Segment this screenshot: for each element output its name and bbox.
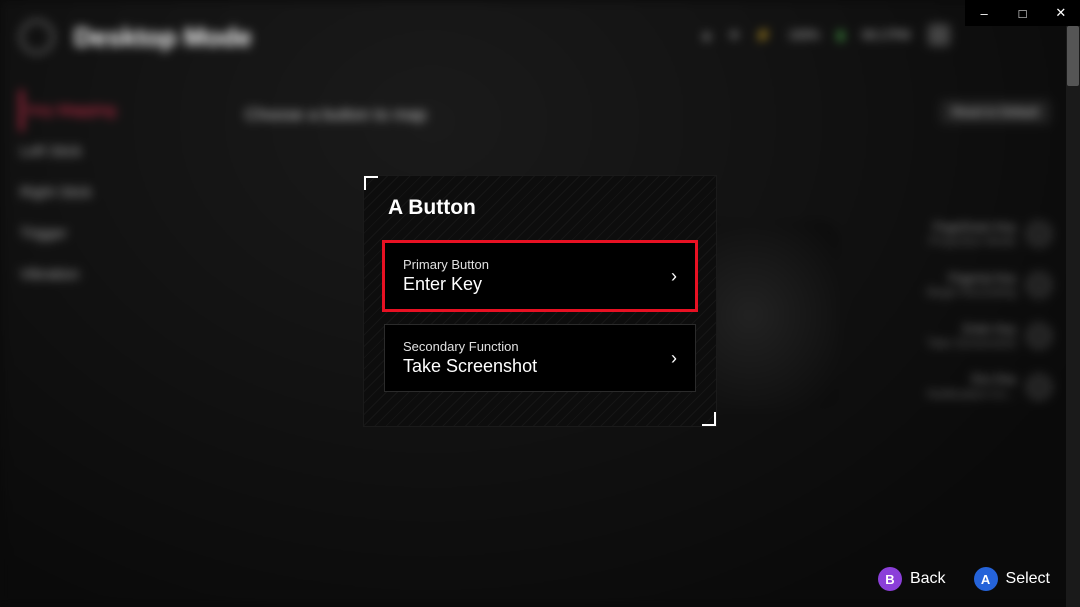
mapping-sub: Begin Recording xyxy=(927,285,1016,299)
list-item[interactable]: Enter Key Take Screenshot xyxy=(927,322,1052,351)
mapping-icon xyxy=(1026,272,1052,298)
avatar xyxy=(928,24,950,46)
option-value: Enter Key xyxy=(403,274,671,295)
minimize-button[interactable]: – xyxy=(965,0,1003,26)
app-header: Desktop Mode xyxy=(20,20,252,54)
chevron-right-icon: › xyxy=(671,348,677,369)
battery-percent: 100% xyxy=(789,28,820,42)
secondary-function-option[interactable]: Secondary Function Take Screenshot › xyxy=(384,324,696,392)
b-button-icon: B xyxy=(878,567,902,591)
section-subtitle: Choose a button to map xyxy=(245,105,426,125)
select-hint: A Select xyxy=(974,567,1050,591)
primary-button-option[interactable]: Primary Button Enter Key › xyxy=(382,240,698,312)
mapping-sub: Projection Mode xyxy=(929,234,1016,248)
option-label: Secondary Function xyxy=(403,339,671,354)
wifi-icon: ♥ xyxy=(731,28,738,42)
mapping-key: PageUp Key xyxy=(927,271,1016,285)
indicator-icon: ▲ xyxy=(701,28,713,42)
back-label: Back xyxy=(910,570,946,588)
clock: 06:17PM xyxy=(862,28,910,42)
mapping-icon xyxy=(1026,374,1052,400)
sidebar-item-trigger[interactable]: Trigger xyxy=(20,213,170,254)
mapping-key: PageDown Key xyxy=(929,220,1016,234)
sidebar-item-vibration[interactable]: Vibration xyxy=(20,254,170,295)
mapping-icon xyxy=(1026,323,1052,349)
page-title: Desktop Mode xyxy=(74,22,252,53)
scrollbar-thumb[interactable] xyxy=(1067,26,1079,86)
window-controls: – □ ✕ xyxy=(965,0,1080,26)
mapping-key: Esc Key xyxy=(927,372,1016,386)
sidebar-item-left-stick[interactable]: Left Stick xyxy=(20,131,170,172)
battery-icon: ▮ xyxy=(837,28,844,42)
list-item[interactable]: PageUp Key Begin Recording xyxy=(927,271,1052,300)
back-hint: B Back xyxy=(878,567,946,591)
mapping-icon xyxy=(1026,221,1052,247)
status-bar: ▲ ♥ ⚡ 100% ▮ 06:17PM xyxy=(701,24,950,46)
close-button[interactable]: ✕ xyxy=(1042,0,1080,26)
option-value: Take Screenshot xyxy=(403,356,671,377)
sidebar: Key Mapping Left Stick Right Stick Trigg… xyxy=(20,90,170,295)
right-mapping-list: PageDown Key Projection Mode PageUp Key … xyxy=(927,220,1052,401)
footer-hints: B Back A Select xyxy=(878,567,1050,591)
sidebar-item-right-stick[interactable]: Right Stick xyxy=(20,172,170,213)
mapping-sub: Notification-Ce... xyxy=(927,387,1016,401)
mapping-sub: Take Screenshot xyxy=(927,336,1016,350)
app-logo-icon xyxy=(20,20,54,54)
select-label: Select xyxy=(1006,570,1050,588)
button-mapping-modal: A Button Primary Button Enter Key › Seco… xyxy=(363,175,717,427)
modal-title: A Button xyxy=(364,176,716,234)
list-item[interactable]: Esc Key Notification-Ce... xyxy=(927,372,1052,401)
bluetooth-icon: ⚡ xyxy=(756,28,771,42)
option-label: Primary Button xyxy=(403,257,671,272)
mapping-key: Enter Key xyxy=(927,322,1016,336)
a-button-icon: A xyxy=(974,567,998,591)
list-item[interactable]: PageDown Key Projection Mode xyxy=(927,220,1052,249)
sidebar-item-key-mapping[interactable]: Key Mapping xyxy=(20,90,170,131)
window-scrollbar[interactable] xyxy=(1066,26,1080,607)
maximize-button[interactable]: □ xyxy=(1003,0,1041,26)
reset-to-default-button[interactable]: Reset to Default xyxy=(940,100,1050,124)
chevron-right-icon: › xyxy=(671,266,677,287)
